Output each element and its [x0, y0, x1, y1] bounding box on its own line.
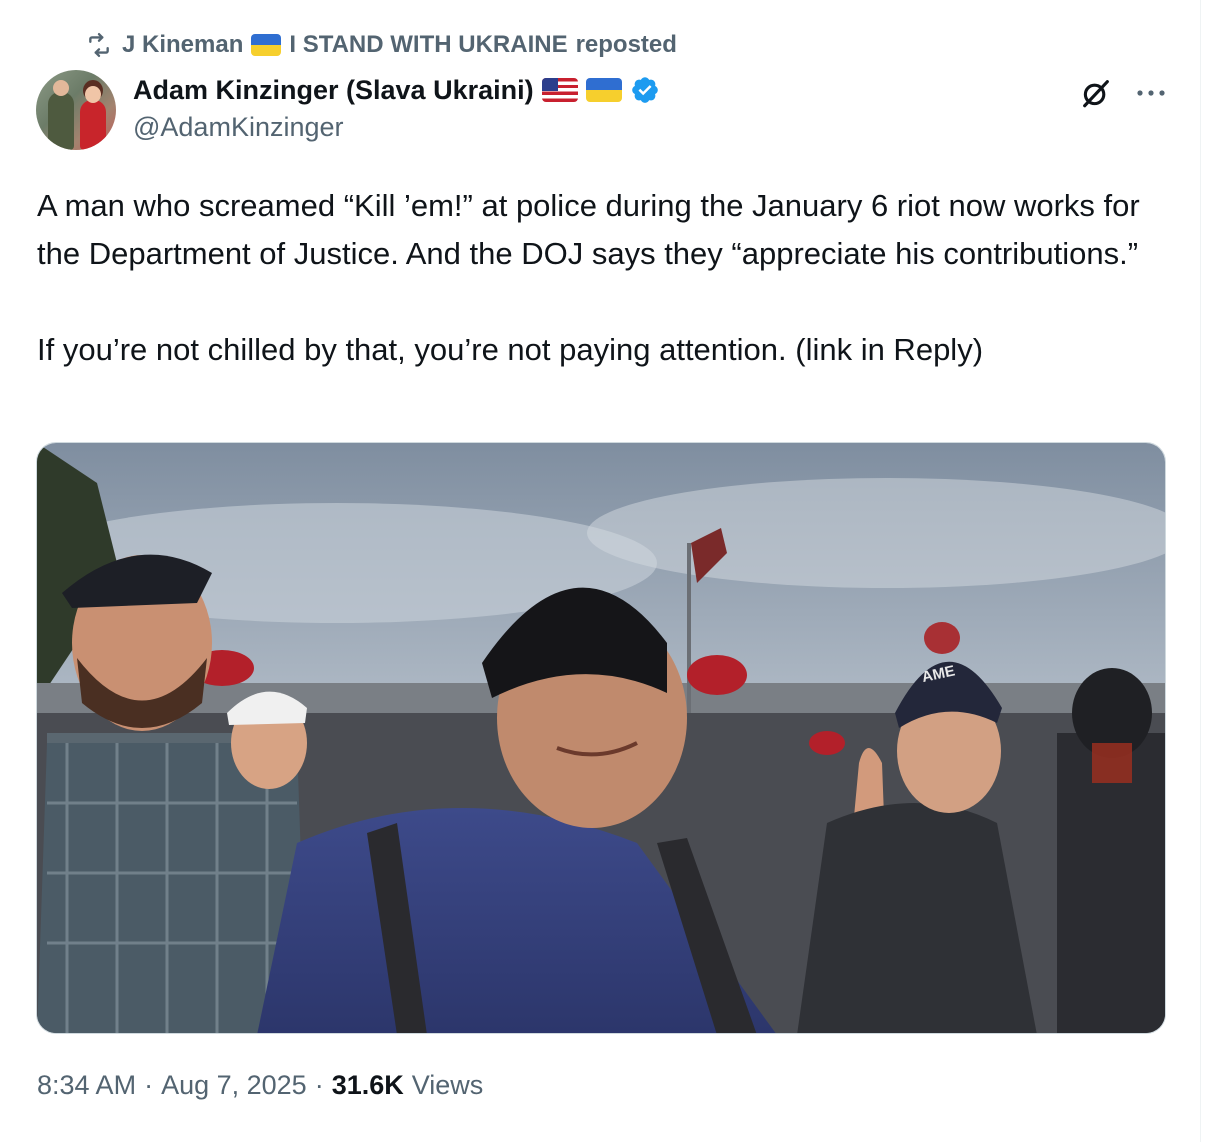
meta-separator: · [144, 1070, 154, 1100]
author-handle[interactable]: @AdamKinzinger [133, 112, 344, 143]
repost-label: reposted [575, 31, 677, 58]
tweet-time[interactable]: 8:34 AM [37, 1070, 136, 1101]
verified-badge-icon[interactable] [630, 75, 660, 105]
us-flag-icon [541, 78, 578, 102]
ukraine-flag-icon [585, 78, 622, 102]
repost-context[interactable]: J Kineman I STAND WITH UKRAINE reposted [84, 28, 677, 62]
meta-separator: · [314, 1070, 324, 1100]
repost-user-suffix[interactable]: I STAND WITH UKRAINE [289, 31, 567, 59]
tweet-paragraph: If you’re not chilled by that, you’re no… [37, 332, 984, 367]
tweet-paragraph: A man who screamed “Kill ’em!” at police… [37, 188, 1140, 271]
author-avatar[interactable] [36, 70, 116, 150]
tweet-meta: 8:34 AM · Aug 7, 2025 · 31.6K Views [37, 1070, 483, 1101]
views-count[interactable]: 31.6K [332, 1070, 404, 1101]
timeline-border [1200, 0, 1201, 1142]
repost-icon [84, 32, 114, 58]
tweet-text: A man who screamed “Kill ’em!” at police… [37, 182, 1167, 374]
author-display-name[interactable]: Adam Kinzinger (Slava Ukraini) [133, 75, 534, 106]
tweet-top-actions [1079, 76, 1167, 110]
grok-icon[interactable] [1079, 76, 1113, 110]
repost-user-name[interactable]: J Kineman [122, 31, 243, 59]
ukraine-flag-icon [251, 34, 282, 56]
tweet-photo[interactable]: AME [36, 442, 1166, 1034]
tweet-date[interactable]: Aug 7, 2025 [161, 1070, 307, 1101]
more-options-icon[interactable] [1135, 88, 1167, 98]
author-name-row[interactable]: Adam Kinzinger (Slava Ukraini) [133, 72, 660, 108]
views-label[interactable]: Views [412, 1070, 484, 1101]
